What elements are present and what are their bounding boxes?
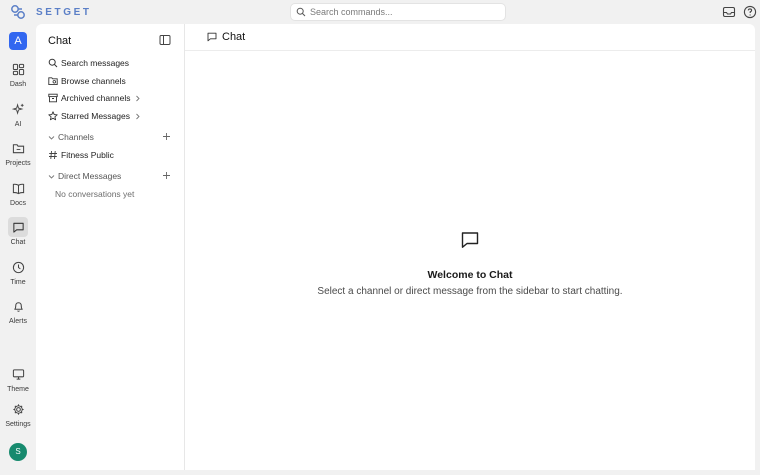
monitor-icon [12, 368, 24, 380]
chat-bubble-icon [461, 232, 479, 248]
nav-label: Starred Messages [61, 111, 130, 121]
chevron-right-icon [136, 95, 141, 101]
channels-section-label: Channels [58, 132, 94, 142]
search-icon [48, 58, 58, 68]
rail-label: Time [10, 279, 26, 286]
rail-item-chat[interactable]: Chat [0, 217, 36, 253]
chevron-down-icon [48, 174, 55, 179]
welcome-subtitle: Select a channel or direct message from … [317, 286, 623, 297]
starred-messages-item[interactable]: Starred Messages [48, 109, 141, 123]
welcome-title: Welcome to Chat [427, 269, 513, 281]
hash-icon [49, 150, 57, 160]
clock-icon [12, 261, 24, 273]
rail-item-projects[interactable]: Projects [0, 138, 36, 174]
direct-messages-section-header[interactable]: Direct Messages [48, 169, 171, 183]
rail-item-theme[interactable]: Theme [0, 364, 36, 400]
book-icon [12, 183, 24, 194]
gear-icon [12, 403, 24, 415]
channel-item-fitness-public[interactable]: Fitness Public [48, 148, 114, 162]
search-messages-item[interactable]: Search messages [48, 56, 129, 70]
archived-channels-item[interactable]: Archived channels [48, 91, 141, 105]
command-search[interactable] [290, 3, 506, 21]
star-icon [48, 111, 58, 121]
sidebar-title: Chat [48, 35, 72, 47]
nav-label: Archived channels [61, 93, 131, 103]
rail-label: Dash [9, 81, 27, 88]
sidebar-toggle-icon[interactable] [159, 34, 171, 46]
browse-channels-item[interactable]: Browse channels [48, 74, 126, 88]
chat-icon [207, 32, 217, 42]
add-channel-icon[interactable] [162, 132, 171, 141]
channels-section-header[interactable]: Channels [48, 130, 171, 144]
search-icon [296, 7, 306, 17]
rail-label: AI [14, 121, 22, 128]
archive-icon [48, 93, 58, 103]
rail-label: Alerts [9, 318, 27, 325]
rail-label: Theme [7, 386, 29, 393]
brand-name: SETGET [36, 6, 92, 18]
folder-search-icon [48, 77, 58, 86]
rail-label: Projects [5, 160, 31, 167]
channel-label: Fitness Public [61, 150, 114, 160]
top-bar: SETGET [0, 0, 760, 24]
chevron-right-icon [136, 113, 140, 119]
rail-label: Settings [5, 421, 31, 428]
rail-item-time[interactable]: Time [0, 257, 36, 293]
add-direct-message-icon[interactable] [162, 171, 171, 180]
no-conversations-text: No conversations yet [55, 189, 135, 199]
chat-icon [12, 222, 24, 233]
rail-item-settings[interactable]: Settings [0, 399, 36, 435]
command-search-input[interactable] [310, 7, 500, 17]
direct-messages-section-label: Direct Messages [58, 171, 122, 181]
dashboard-icon [12, 63, 24, 75]
chat-main: Chat Welcome to Chat Select a channel or… [185, 24, 755, 470]
rail-label: Chat [10, 239, 26, 246]
brand-logo[interactable]: SETGET [10, 4, 92, 20]
sparkles-icon [11, 102, 24, 115]
bell-icon [13, 301, 23, 312]
workspace-avatar[interactable]: A [9, 32, 27, 50]
help-icon[interactable] [743, 5, 757, 19]
folder-icon [12, 143, 24, 153]
chat-header-title: Chat [222, 31, 246, 43]
nav-label: Browse channels [61, 76, 126, 86]
rail-item-ai[interactable]: AI [0, 99, 36, 135]
chat-sidebar: Chat Search messages Browse channels Arc… [36, 24, 185, 470]
chat-header: Chat [185, 24, 755, 51]
app-rail: A Dash AI Projects Docs Chat Time Alerts… [0, 24, 36, 475]
user-avatar[interactable]: S [9, 443, 27, 461]
rail-label: Docs [10, 200, 26, 207]
rail-item-docs[interactable]: Docs [0, 178, 36, 214]
rail-item-alerts[interactable]: Alerts [0, 296, 36, 332]
nav-label: Search messages [61, 58, 130, 68]
rail-item-dash[interactable]: Dash [0, 59, 36, 95]
logo-icon [11, 5, 25, 19]
inbox-icon[interactable] [722, 5, 736, 19]
chevron-down-icon [48, 135, 55, 140]
